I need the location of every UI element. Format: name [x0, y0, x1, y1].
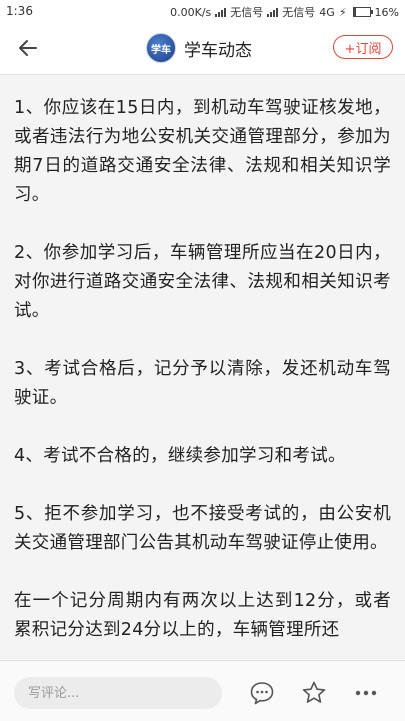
article-content[interactable]: 1、你应该在15日内，到机动车驾驶证核发地，或者违法行为地公安机关交通管理部分，…: [0, 75, 405, 657]
article-paragraph: 5、拒不参加学习，也不接受考试的，由公安机关交通管理部门公告其机动车驾驶证停止使…: [14, 504, 391, 553]
article-paragraph: 在一个记分周期内有两次以上达到12分，或者累积记分达到24分以上的，车辆管理所还: [14, 591, 391, 640]
star-icon[interactable]: [301, 680, 327, 706]
subscribe-button[interactable]: +订阅: [333, 35, 393, 59]
status-bar: 1:36 0.00K/s 无信号 无信号 4G ⚡ 16%: [0, 0, 405, 22]
article-paragraph: 4、考试不合格的，继续参加学习和考试。: [14, 446, 346, 466]
network-type: 4G: [319, 5, 335, 19]
charging-icon: ⚡: [338, 5, 347, 19]
battery-icon: [352, 7, 373, 17]
sim1-status: 无信号: [230, 6, 264, 19]
sim2-status: 无信号: [282, 6, 316, 19]
channel-logo: 学车: [146, 33, 176, 63]
bottom-bar: [0, 660, 405, 721]
article-paragraph: 3、考试合格后，记分予以清除，发还机动车驾驶证。: [14, 359, 391, 408]
more-icon[interactable]: [353, 680, 379, 706]
signal-icon: [215, 7, 227, 17]
network-speed: 0.00K/s: [170, 5, 212, 19]
back-arrow-icon[interactable]: [16, 36, 40, 60]
header: 学车 学车动态 +订阅: [0, 22, 405, 75]
status-indicators: 0.00K/s 无信号 无信号 4G ⚡ 16%: [170, 4, 399, 20]
status-time: 1:36: [6, 4, 33, 18]
battery-percent: 16%: [374, 5, 399, 19]
comment-icon[interactable]: [249, 680, 275, 706]
article-paragraph: 2、你参加学习后，车辆管理所应当在20日内，对你进行道路交通安全法律、法规和相关…: [14, 243, 391, 321]
article-paragraph: 1、你应该在15日内，到机动车驾驶证核发地，或者违法行为地公安机关交通管理部分，…: [14, 98, 391, 205]
signal-icon: [267, 7, 279, 17]
channel-name: 学车动态: [184, 40, 252, 61]
channel-info[interactable]: 学车 学车动态: [146, 33, 252, 63]
comment-input[interactable]: [14, 677, 222, 709]
